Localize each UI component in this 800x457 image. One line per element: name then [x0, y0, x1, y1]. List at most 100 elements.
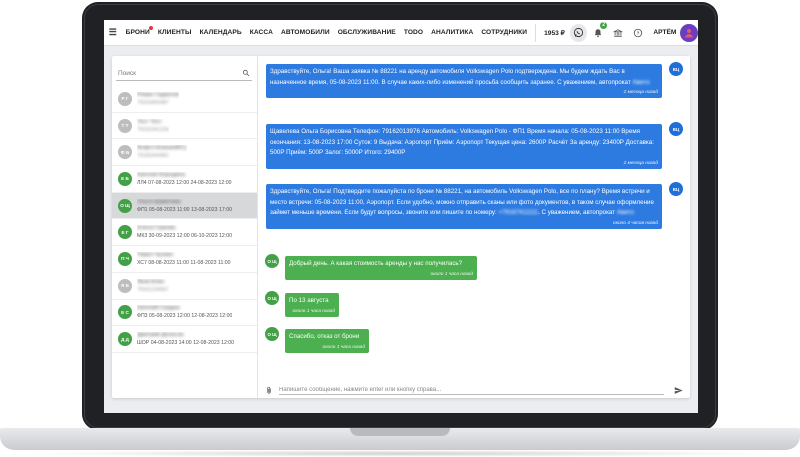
chat-subtitle: 79161234567	[137, 286, 169, 293]
message-text-tail: . С уважением, автопрокат	[538, 209, 616, 216]
nav-item-7[interactable]: АНАЛИТИКА	[427, 29, 477, 36]
whatsapp-icon[interactable]	[569, 23, 588, 42]
nav-item-6[interactable]: TODO	[400, 29, 427, 36]
chat-avatar: Я Б	[118, 278, 132, 293]
chat-name: Елена Горкова	[137, 225, 176, 232]
message-timestamp: около 4 часов назад	[613, 220, 658, 226]
message-input[interactable]	[279, 386, 664, 395]
chat-text: Яков Блин 79161234567	[137, 279, 169, 293]
message-composer	[259, 383, 690, 398]
notifications-bell-icon[interactable]: 2	[589, 21, 608, 42]
message-text: Добрый день. А какая стоимость аренды у …	[289, 260, 463, 267]
user-avatar[interactable]	[680, 23, 698, 42]
message-timestamp: около 1 часа назад	[430, 271, 473, 277]
chat-subtitle: ФП3 05-08-2023 12:00 12-08-2023 12:00	[137, 313, 233, 320]
chat-avatar: Д Д	[118, 332, 132, 347]
chat-text: Елена Горкова МК3 30-09-2023 12:00 06-10-…	[137, 225, 232, 239]
laptop-shadow	[20, 450, 780, 457]
chat-text: Фсфсп Блинкейбту 79166344981	[137, 145, 187, 159]
redacted-text: Авито	[616, 209, 634, 216]
nav-item-label: АНАЛИТИКА	[431, 29, 474, 36]
chat-list-item[interactable]: Е С Евгений Сердюк ФП3 05-08-2023 12:00 12…	[112, 300, 257, 327]
incoming-message: Добрый день. А какая стоимость аренды у …	[285, 256, 477, 280]
nav-item-5[interactable]: ОБСЛУЖИВАНИЕ	[334, 29, 400, 36]
chat-list-item[interactable]: Е Г Елена Горкова МК3 30-09-2023 12:00 06-…	[112, 219, 257, 247]
chat-avatar: Е Б	[118, 171, 132, 186]
message-timestamp: около 1 часа назад	[322, 344, 365, 350]
chat-list: Р Г Роман Гадиатов 79163456487 Т Т Тест Тест…	[112, 86, 257, 353]
chat-subtitle: ШОР 04-08-2023 14:00 12-08-2023 12:00	[137, 340, 235, 347]
message-avatar: О Щ	[265, 254, 279, 268]
chat-subtitle: МК3 30-09-2023 12:00 06-10-2023 12:00	[137, 233, 233, 240]
chat-name: Фсфсп Блинкейбту	[137, 145, 187, 152]
chat-name: Тест Тест	[137, 118, 162, 125]
chat-name: Евгений Сердюк	[137, 305, 180, 312]
search-input[interactable]	[118, 70, 218, 77]
search-icon[interactable]	[242, 69, 250, 79]
message-text: Спасибо, отказ от брони	[289, 333, 360, 340]
chat-avatar: О Щ	[118, 198, 132, 213]
hamburger-menu-icon[interactable]: ☰	[104, 27, 122, 38]
chat-panel: Р Г Роман Гадиатов79163456487 Т Т Тест Тест…	[112, 56, 690, 398]
new-indicator-dot	[148, 26, 153, 30]
chat-avatar: П Ч	[118, 251, 132, 266]
chat-list-item[interactable]: О Щ Ольга Щавелева ФП1 05-08-2023 11:00 13…	[112, 192, 257, 220]
chat-list-item[interactable]: Р Г Роман Гадиатов 79163456487	[112, 86, 257, 113]
nav-item-4[interactable]: АВТОМОБИЛИ	[277, 29, 334, 36]
outgoing-message: Здравствуйте, Ольга! Подтвердите пожалуй…	[266, 184, 662, 229]
message-avatar: ВЦ	[669, 182, 683, 196]
nav-item-label: КАЛЕНДАРЬ	[199, 29, 242, 36]
user-name[interactable]: АРТЁМ	[647, 29, 680, 36]
chat-subtitle: ЛЛ4 07-08-2023 12:00 24-08-2023 12:00	[137, 179, 232, 186]
notifications-badge: 2	[600, 21, 608, 29]
top-navbar: ☰ БРОНИ КЛИЕНТЫ КАЛЕНДАРЬ КАССА АВТОМОБИЛИ ОБ…	[104, 20, 698, 46]
redacted-text: Авито	[632, 78, 650, 86]
chat-name: Дмитрий Денисов	[137, 332, 184, 339]
app-screen: ☰ БРОНИ КЛИЕНТЫ КАЛЕНДАРЬ КАССА АВТОМОБИЛИ ОБ…	[104, 20, 698, 413]
chat-list-item[interactable]: Т Т Тест Тест 79162341234	[112, 113, 257, 140]
nav-item-3[interactable]: КАССА	[246, 29, 277, 36]
chat-list-item[interactable]: П Ч Павел Чулкин ХС7 08-08-2023 11:00 11-0…	[112, 246, 257, 273]
main-nav: БРОНИ КЛИЕНТЫ КАЛЕНДАРЬ КАССА АВТОМОБИЛИ ОБСЛ…	[122, 26, 531, 36]
help-icon[interactable]: ?	[629, 24, 647, 42]
chat-list-item[interactable]: Я Б Яков Блин 79161234567	[112, 273, 257, 300]
chat-subtitle: 79166344981	[137, 153, 169, 160]
send-icon[interactable]	[674, 386, 683, 395]
svg-text:?: ?	[636, 30, 639, 35]
message-text: Щавелева Ольга Борисовна Телефон: 791620…	[270, 128, 654, 156]
nav-item-8[interactable]: СОТРУДНИКИ	[477, 29, 531, 36]
attach-icon[interactable]	[265, 386, 273, 395]
chat-text: Евгений Сердюк ФП3 05-08-2023 12:00 12-08…	[137, 305, 232, 319]
balance-display: 1953 ₽	[544, 29, 565, 37]
redacted-text: +79167411111	[498, 209, 539, 216]
bank-icon[interactable]	[609, 24, 627, 42]
chat-list-item[interactable]: Ф Б Фсфсп Блинкейбту 79166344981	[112, 139, 257, 167]
nav-item-label: СОТРУДНИКИ	[481, 29, 528, 36]
nav-item-label: АВТОМОБИЛИ	[280, 29, 330, 36]
chat-avatar: Е Г	[118, 225, 132, 240]
incoming-message: По 13 августа около 1 часа назад	[285, 293, 339, 317]
nav-item-label: TODO	[403, 29, 424, 36]
laptop-notch	[350, 428, 450, 436]
chat-list-item[interactable]: Д Д Дмитрий Денисов ШОР 04-08-2023 14:00 1…	[112, 326, 257, 353]
chat-name: Павел Чулкин	[137, 251, 174, 258]
nav-item-2[interactable]: КАЛЕНДАРЬ	[196, 29, 246, 36]
message-timestamp: 2 месяца назад	[623, 90, 658, 95]
chat-text: Роман Гадиатов 79163456487	[137, 92, 179, 106]
chat-name: Евгения Бородина	[137, 171, 185, 178]
message-timestamp: 2 месяца назад	[623, 160, 658, 166]
chat-name: Яков Блин	[137, 278, 165, 285]
message-avatar: ВЦ	[669, 62, 683, 76]
chat-avatar: Ф Б	[118, 145, 132, 160]
message-text: По 13 августа	[289, 297, 329, 304]
nav-item-1[interactable]: КЛИЕНТЫ	[154, 29, 196, 36]
chat-text: Ольга Щавелева ФП1 05-08-2023 11:00 13-08…	[137, 199, 232, 213]
chat-subtitle: 79163456487	[137, 99, 169, 106]
chat-list-item[interactable]: Е Б Евгения Бородина ЛЛ4 07-08-2023 12:00 …	[112, 166, 257, 193]
outgoing-message: Здравствуйте, Ольга! Ваша заявка № 88221…	[266, 64, 662, 98]
nav-item-label: КАССА	[249, 29, 273, 36]
message-avatar: О Щ	[265, 327, 279, 341]
nav-item-0[interactable]: БРОНИ	[122, 26, 154, 36]
divider	[535, 23, 537, 42]
nav-item-label: БРОНИ	[125, 29, 150, 36]
